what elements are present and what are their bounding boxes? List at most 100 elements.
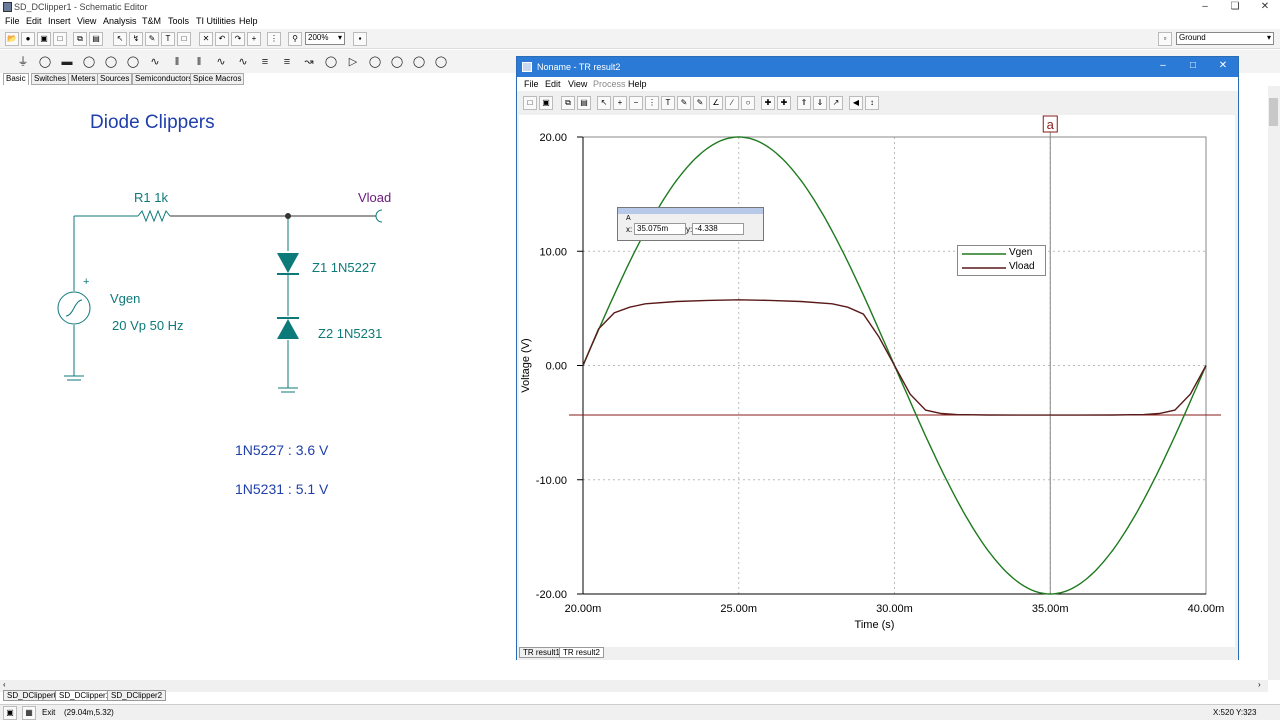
save-icon[interactable]: ▣	[539, 96, 553, 110]
status-exit[interactable]: Exit	[42, 708, 55, 717]
line-icon[interactable]: ∕	[725, 96, 739, 110]
result-menu-file[interactable]: File	[524, 79, 539, 89]
draw2-icon[interactable]: ✎	[693, 96, 707, 110]
menu-analysis[interactable]: Analysis	[103, 16, 137, 26]
open-folder-icon[interactable]: □	[53, 32, 67, 46]
menu-insert[interactable]: Insert	[48, 16, 71, 26]
draw-icon[interactable]: ✎	[677, 96, 691, 110]
arrow-left-icon[interactable]: ◀	[849, 96, 863, 110]
minimize-icon[interactable]: –	[1190, 0, 1220, 15]
cursor-icon[interactable]: ✚	[761, 96, 775, 110]
marker-icon[interactable]: ↗	[829, 96, 843, 110]
resistor-icon[interactable]: ∿	[146, 53, 164, 71]
coupling-icon[interactable]: ≡	[278, 53, 296, 71]
plot-area[interactable]: 20.00m 25.00m 30.00m 35.00m 40.00m 20.00 10.00…	[519, 115, 1235, 651]
plus-icon[interactable]: +	[247, 32, 261, 46]
probe2-icon[interactable]: ◯	[388, 53, 406, 71]
tab-switches[interactable]: Switches	[31, 73, 70, 85]
tab-tr-result2[interactable]: TR result2	[559, 647, 604, 658]
ground-select[interactable]: Ground ▾	[1176, 32, 1274, 45]
zoom-out-icon[interactable]: −	[629, 96, 643, 110]
maximize-icon[interactable]: □	[1178, 59, 1208, 74]
menu-ti-utilities[interactable]: TI Utilities	[196, 16, 236, 26]
component-icon[interactable]: ▪	[353, 32, 367, 46]
result-menu-help[interactable]: Help	[628, 79, 647, 89]
copy-icon[interactable]: ⧉	[73, 32, 87, 46]
tab-basic[interactable]: Basic	[3, 73, 29, 85]
pointer-icon[interactable]: ↖	[597, 96, 611, 110]
switch-icon[interactable]: ↝	[300, 53, 318, 71]
zoom-select[interactable]: 200% ▾	[305, 32, 345, 45]
pointer-icon[interactable]: ↖	[113, 32, 127, 46]
text-icon[interactable]: T	[661, 96, 675, 110]
menu-edit[interactable]: Edit	[26, 16, 42, 26]
menu-tm[interactable]: T&M	[142, 16, 161, 26]
paste-icon[interactable]: ▤	[577, 96, 591, 110]
inductor-icon[interactable]: ∿	[212, 53, 230, 71]
menu-view[interactable]: View	[77, 16, 96, 26]
paste-icon[interactable]: ▤	[89, 32, 103, 46]
menu-tools[interactable]: Tools	[168, 16, 189, 26]
tab-spice-macros[interactable]: Spice Macros	[190, 73, 245, 85]
status-icon[interactable]: ▣	[3, 706, 17, 720]
meter-icon[interactable]: ◯	[322, 53, 340, 71]
cursor-y-field[interactable]: -4.338	[692, 223, 744, 235]
current-source-icon[interactable]: ◯	[102, 53, 120, 71]
restore-icon[interactable]: ❏	[1220, 0, 1250, 15]
schematic-canvas[interactable]: Diode Clippers R1 1k Vload Z1 1N5227 Z2 …	[0, 86, 516, 676]
label-icon[interactable]: □	[177, 32, 191, 46]
doc-tab-sd-dclipper0[interactable]: SD_DClipper0	[3, 690, 63, 701]
cursor-readout[interactable]: A x: 35.075m y: -4.338	[617, 207, 764, 241]
pen-icon[interactable]: ✎	[145, 32, 159, 46]
result-menu-process[interactable]: Process	[593, 79, 626, 89]
save-icon[interactable]: ▣	[37, 32, 51, 46]
transformer-icon[interactable]: ≡	[256, 53, 274, 71]
probe4-icon[interactable]: ◯	[432, 53, 450, 71]
doc-tab-sd-dclipper1[interactable]: SD_DClipper1	[55, 690, 115, 701]
result-window[interactable]: Noname - TR result2 – □ ✕ File Edit View…	[516, 56, 1239, 660]
zoom-icon[interactable]: ⚲	[288, 32, 302, 46]
delete-icon[interactable]: ✕	[199, 32, 213, 46]
peak-icon[interactable]: ⇑	[797, 96, 811, 110]
transient-chart[interactable]: 20.00m 25.00m 30.00m 35.00m 40.00m 20.00 10.00…	[519, 115, 1235, 651]
cursor2-icon[interactable]: ✚	[777, 96, 791, 110]
probe3-icon[interactable]: ◯	[410, 53, 428, 71]
ground-icon[interactable]: ⏚	[14, 53, 32, 71]
battery-icon[interactable]: ◯	[36, 53, 54, 71]
signal-source-icon[interactable]: ◯	[124, 53, 142, 71]
grid-icon[interactable]: ⋮	[645, 96, 659, 110]
tab-sources[interactable]: Sources	[97, 73, 133, 85]
result-menu-edit[interactable]: Edit	[545, 79, 561, 89]
wire-icon[interactable]: ↯	[129, 32, 143, 46]
close-icon[interactable]: ✕	[1208, 59, 1238, 74]
menu-help[interactable]: Help	[239, 16, 258, 26]
redo-icon[interactable]: ↷	[231, 32, 245, 46]
tab-tr-result1[interactable]: TR result1	[519, 647, 564, 658]
globe-icon[interactable]: ●	[21, 32, 35, 46]
result-menu-view[interactable]: View	[568, 79, 587, 89]
zoom-in-icon[interactable]: +	[613, 96, 627, 110]
peak2-icon[interactable]: ⇓	[813, 96, 827, 110]
arrows-updown-icon[interactable]: ↕	[865, 96, 879, 110]
cursor-x-field[interactable]: 35.075m	[634, 223, 686, 235]
vertical-scroll-thumb[interactable]	[1269, 98, 1278, 126]
capacitor2-icon[interactable]: ‖	[190, 53, 208, 71]
open-icon[interactable]: 📂	[5, 32, 19, 46]
ground-selector-icon[interactable]: ▫	[1158, 32, 1172, 46]
undo-icon[interactable]: ↶	[215, 32, 229, 46]
doc-tab-sd-dclipper2[interactable]: SD_DClipper2	[107, 690, 167, 701]
menu-file[interactable]: File	[5, 16, 20, 26]
scroll-left-icon[interactable]: ‹	[3, 680, 6, 689]
close-icon[interactable]: ✕	[1250, 0, 1280, 15]
tab-meters[interactable]: Meters	[68, 73, 99, 85]
voltage-source-icon[interactable]: ◯	[80, 53, 98, 71]
copy-icon[interactable]: ⧉	[561, 96, 575, 110]
vertical-scrollbar[interactable]	[1268, 86, 1280, 680]
capacitor-icon[interactable]: ‖	[168, 53, 186, 71]
probe-icon[interactable]: ◯	[366, 53, 384, 71]
text-icon[interactable]: T	[161, 32, 175, 46]
scroll-right-icon[interactable]: ›	[1258, 680, 1261, 689]
diode-icon[interactable]: ▷	[344, 53, 362, 71]
grid-icon[interactable]: ⋮	[267, 32, 281, 46]
circle-icon[interactable]: ○	[741, 96, 755, 110]
